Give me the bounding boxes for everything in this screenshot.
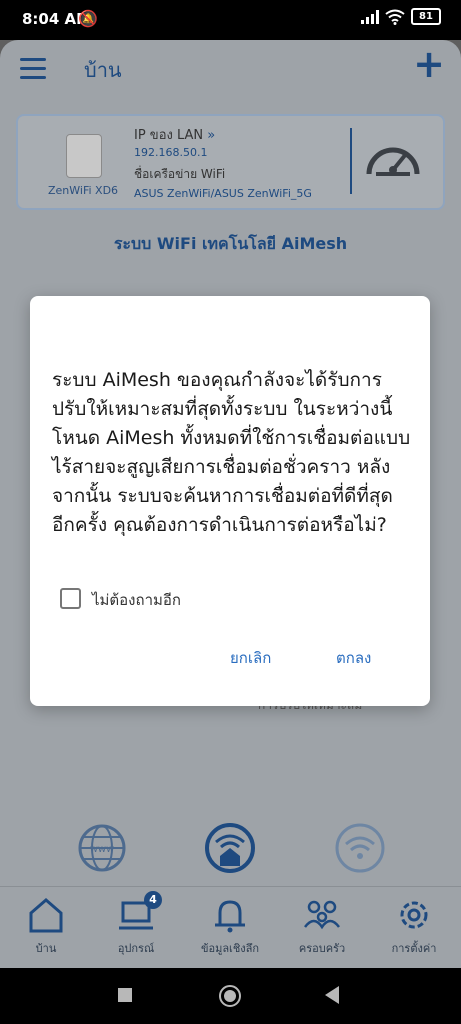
card-divider	[350, 128, 352, 194]
nav-devices[interactable]: 4 อุปกรณ์	[96, 891, 176, 957]
home-icon	[29, 898, 63, 933]
family-icon	[304, 900, 340, 930]
dont-ask-checkbox[interactable]	[60, 588, 81, 609]
lan-ip: 192.168.50.1	[134, 146, 208, 159]
chevron-right-icon: »	[207, 128, 216, 143]
menu-icon[interactable]	[20, 58, 46, 80]
lan-label[interactable]: IP ของ LAN »	[134, 124, 215, 145]
svg-text:www: www	[90, 844, 115, 855]
page-title: บ้าน	[84, 58, 122, 82]
signal-icon	[361, 9, 379, 24]
add-icon[interactable]: +	[413, 42, 445, 86]
nav-settings[interactable]: การตั้งค่า	[374, 895, 454, 957]
wifi-icon	[385, 9, 405, 25]
lan-label-text: IP ของ LAN	[134, 128, 204, 143]
router-image	[66, 134, 102, 178]
aimesh-heading: ระบบ WiFi เทคโนโลยี AiMesh	[113, 234, 348, 253]
nav-devices-label: อุปกรณ์	[117, 942, 155, 955]
wifi-circle-icon[interactable]	[334, 822, 386, 874]
gear-icon	[400, 901, 428, 929]
devices-icon-wrap: 4	[116, 891, 162, 935]
nav-insights[interactable]: ข้อมูลเชิงลึก	[190, 895, 270, 957]
nav-settings-label: การตั้งค่า	[391, 942, 437, 955]
bottom-nav: บ้าน 4 อุปกรณ์ ข้อมูลเชิงลึก ครอบครัว กา…	[0, 886, 461, 968]
system-nav-bar	[0, 968, 461, 1024]
nav-insights-label: ข้อมูลเชิงลึก	[200, 942, 260, 955]
router-card[interactable]: ZenWiFi XD6 IP ของ LAN » 192.168.50.1 ชื…	[16, 114, 445, 210]
cancel-button[interactable]: ยกเลิก	[230, 646, 271, 670]
nav-family-label: ครอบครัว	[298, 942, 346, 955]
nav-family[interactable]: ครอบครัว	[282, 895, 362, 957]
app-header: บ้าน +	[0, 40, 461, 102]
network-ssid: ASUS ZenWiFi/ASUS ZenWiFi_5G	[134, 187, 312, 200]
internet-globe-icon[interactable]: www	[76, 822, 128, 874]
devices-count-badge: 4	[144, 891, 162, 909]
dont-ask-label[interactable]: ไม่ต้องถามอีก	[92, 588, 181, 612]
nav-home-label: บ้าน	[35, 942, 57, 955]
nav-home[interactable]: บ้าน	[6, 895, 86, 957]
battery-icon: 81	[411, 8, 441, 25]
home-circle-icon[interactable]	[219, 985, 241, 1007]
speedometer-icon[interactable]	[364, 136, 422, 180]
dialog-message: ระบบ AiMesh ของคุณกำลังจะได้รับการปรับให…	[52, 369, 411, 536]
mute-icon: 🔕	[78, 9, 98, 28]
bell-icon	[215, 900, 245, 933]
status-icons: 81	[361, 8, 441, 25]
back-icon[interactable]	[325, 986, 339, 1004]
router-model: ZenWiFi XD6	[48, 184, 119, 197]
home-network-icon[interactable]	[204, 822, 256, 874]
recents-icon[interactable]	[118, 988, 132, 1002]
aimesh-optimize-dialog: ระบบ AiMesh ของคุณกำลังจะได้รับการปรับให…	[30, 296, 430, 706]
network-name-label: ชื่อเครือข่าย WiFi	[134, 167, 226, 181]
ok-button[interactable]: ตกลง	[336, 646, 371, 670]
status-bar: 8:04 AM 🔕 81	[0, 0, 461, 40]
